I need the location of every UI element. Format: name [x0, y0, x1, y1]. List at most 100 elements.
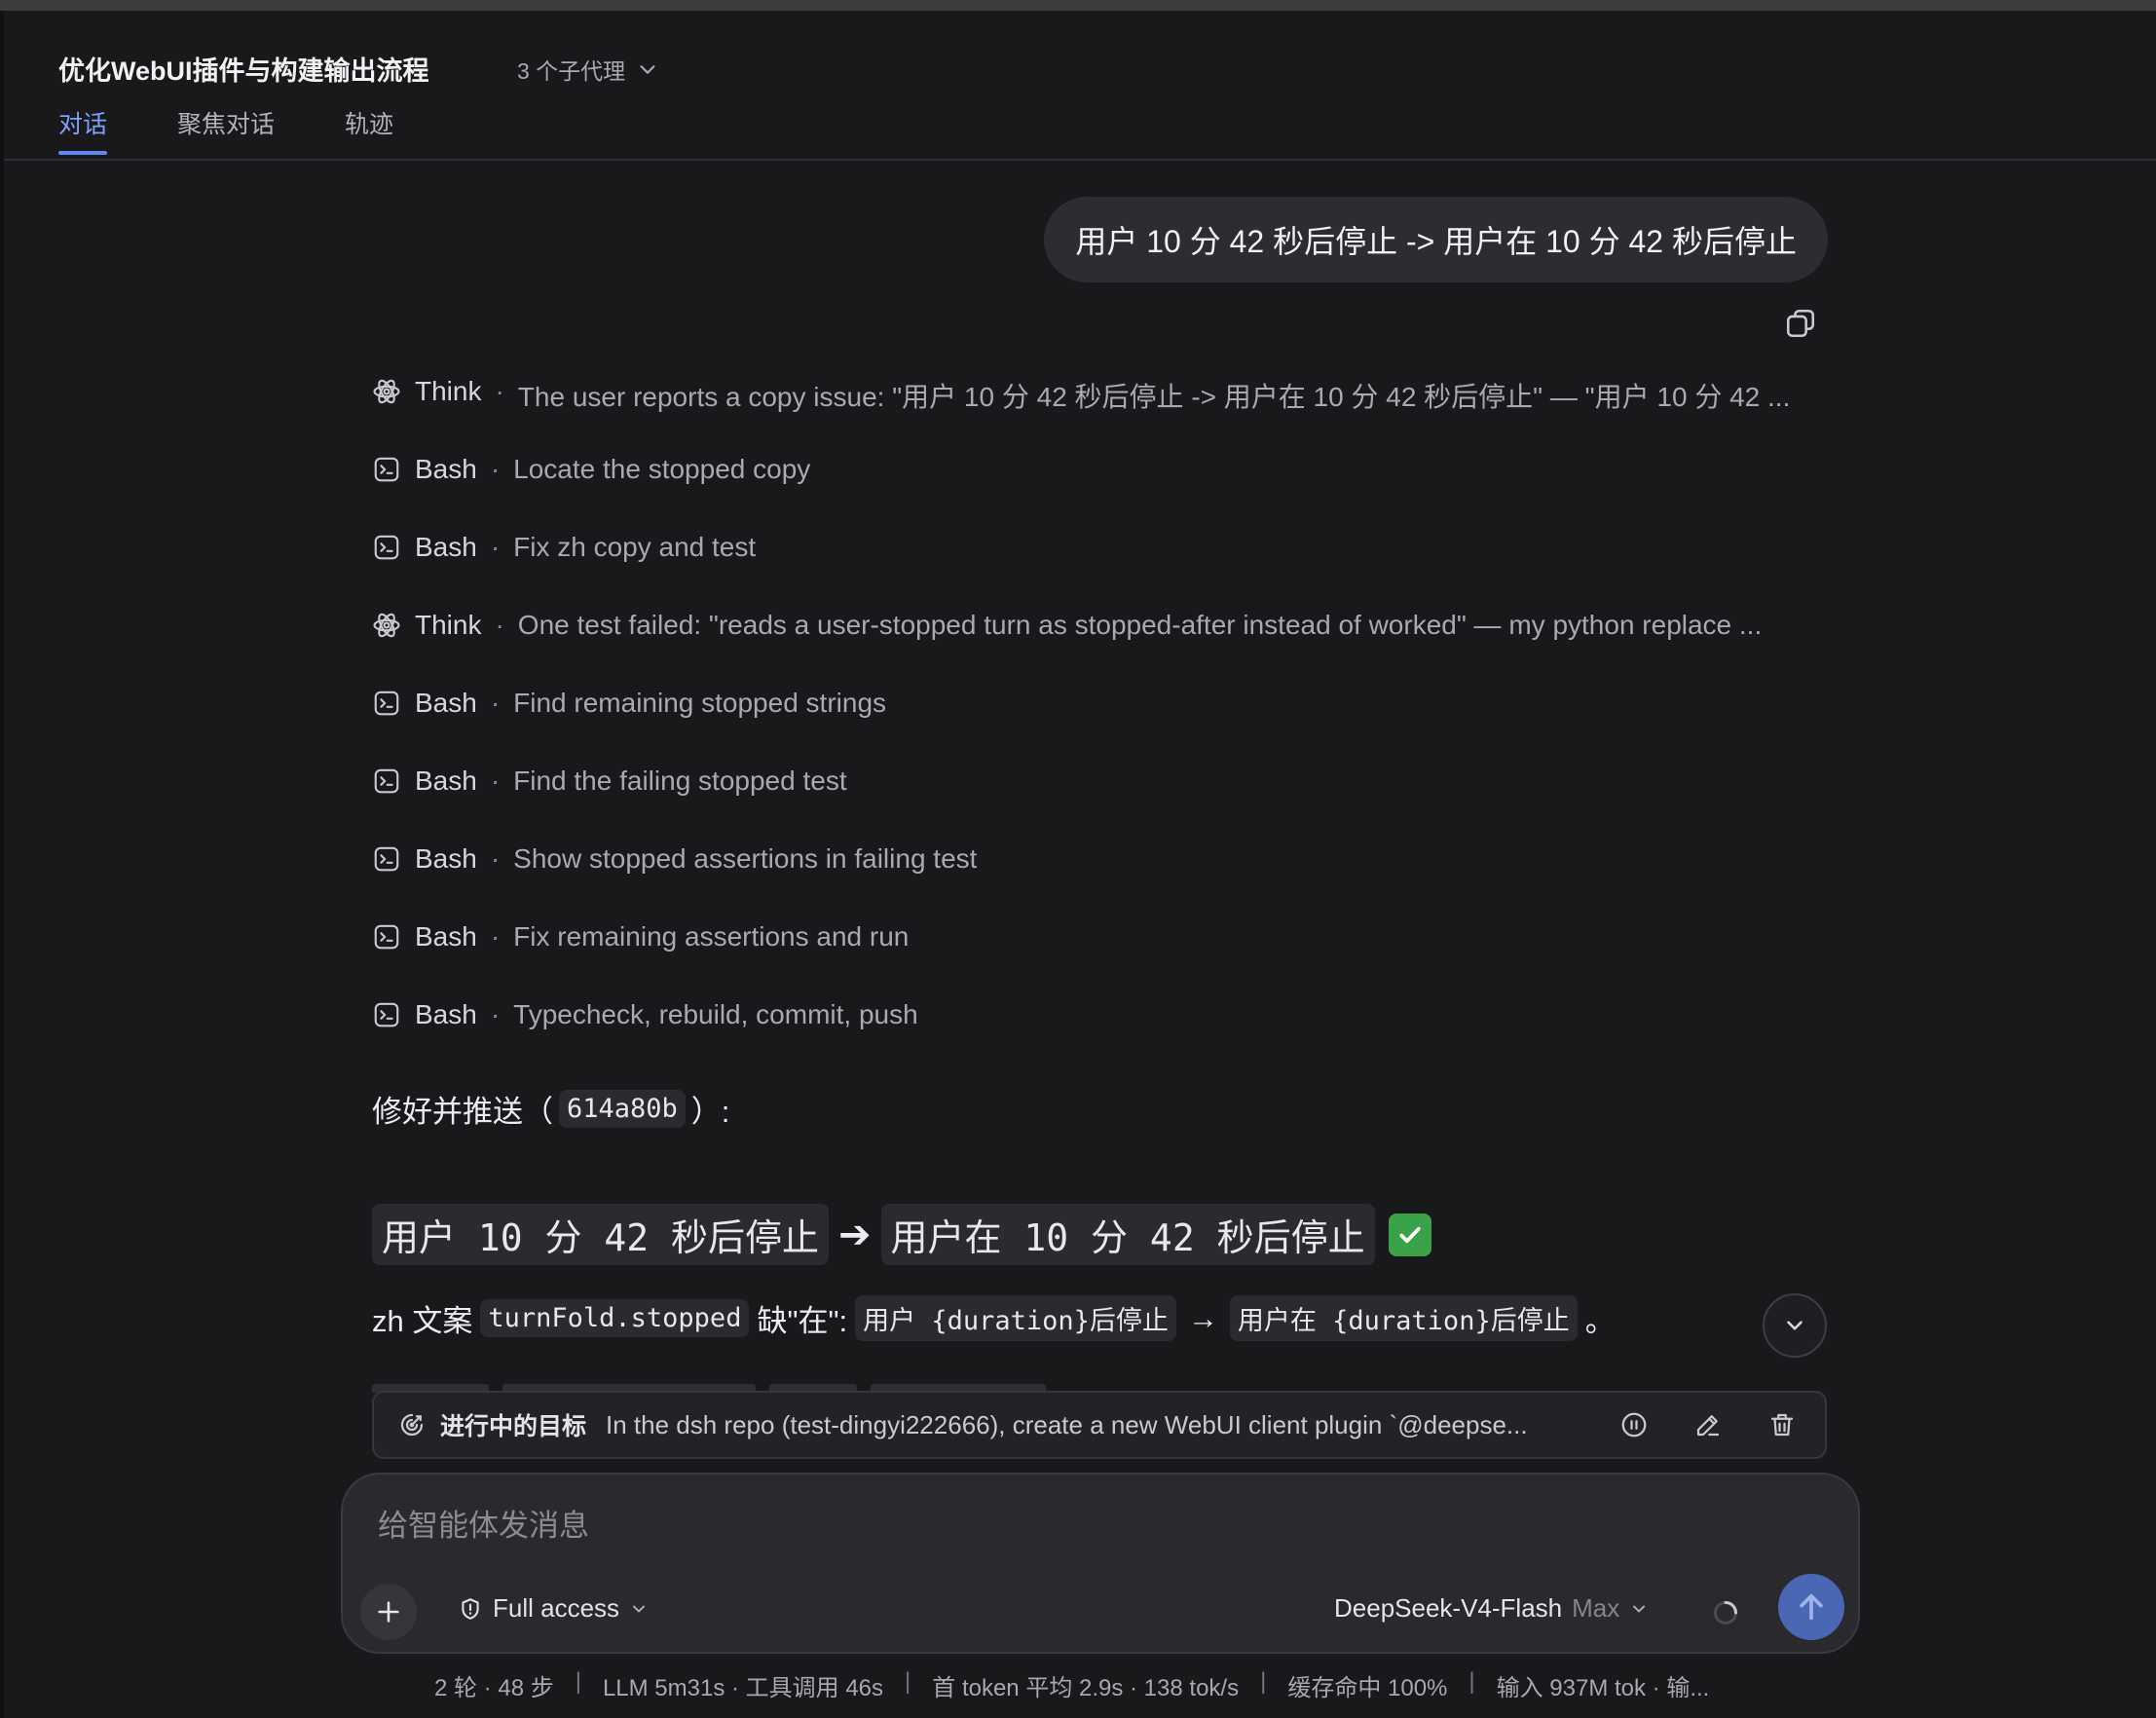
- brain-icon: [373, 379, 400, 404]
- window-top-strip: [0, 0, 2156, 11]
- response-fixed-line: 修好并推送（ 614a80b ）:: [372, 1087, 729, 1131]
- response-detail: zh 文案 turnFold.stopped 缺"在": 用户 {duratio…: [372, 1295, 1616, 1341]
- detail-after: 用户在 {duration}后停止: [1229, 1295, 1578, 1341]
- step-kind: Bash: [415, 532, 477, 562]
- step-description: Find the failing stopped test: [513, 766, 847, 796]
- subagents-label: 3 个子代理: [517, 58, 626, 84]
- step-bash[interactable]: Bash · Typecheck, rebuild, commit, push: [372, 999, 1823, 1077]
- step-bash[interactable]: Bash · Fix zh copy and test: [372, 532, 1823, 610]
- step-bash[interactable]: Bash · Fix remaining assertions and run: [372, 921, 1823, 999]
- detail-mid: 缺"在":: [757, 1304, 848, 1338]
- step-separator: ·: [490, 688, 501, 718]
- edit-goal-button[interactable]: [1689, 1405, 1728, 1444]
- message-composer: Full access DeepSeek-V4-Flash Max: [341, 1473, 1860, 1654]
- pencil-icon: [1696, 1415, 1720, 1437]
- step-bash[interactable]: Bash · Find remaining stopped strings: [372, 688, 1823, 766]
- pause-icon: [1621, 1412, 1647, 1438]
- terminal-icon: [374, 924, 399, 950]
- terminal-icon: [374, 768, 399, 794]
- status-tokens: 输入 937M tok · 输...: [1496, 1675, 1710, 1701]
- step-think[interactable]: Think · One test failed: "reads a user-sto…: [372, 610, 1823, 688]
- conversation-header: 优化WebUI插件与构建输出流程 3 个子代理 对话 聚焦对话 轨迹: [4, 11, 2156, 161]
- status-cache-hit: 缓存命中 100%: [1287, 1675, 1448, 1701]
- detail-end: 。: [1584, 1304, 1616, 1338]
- step-kind: Think: [415, 610, 482, 640]
- copy-before: 用户 10 分 42 秒后停止: [372, 1204, 830, 1265]
- model-name: DeepSeek-V4-Flash: [1334, 1593, 1563, 1623]
- shield-icon: [462, 1597, 479, 1620]
- status-first-token: 首 token 平均 2.9s · 138 tok/s: [932, 1675, 1240, 1701]
- step-separator: ·: [495, 610, 504, 640]
- activity-steps: Think · The user reports a copy issue: "用户…: [372, 376, 1823, 1077]
- tab-focus-conversation[interactable]: 聚焦对话: [177, 105, 275, 154]
- chevron-down-icon: [640, 65, 655, 74]
- step-kind: Bash: [415, 688, 477, 718]
- chevron-down-icon: [633, 1605, 646, 1612]
- chevron-down-icon: [1787, 1321, 1803, 1330]
- step-kind: Think: [415, 376, 482, 406]
- copy-message-button[interactable]: [1781, 304, 1820, 343]
- step-description: Locate the stopped copy: [513, 454, 811, 484]
- status-bar: 2 轮 · 48 步 | LLM 5m31s · 工具调用 46s | 首 to…: [434, 1668, 1710, 1701]
- terminal-icon: [374, 535, 399, 560]
- terminal-icon: [374, 457, 399, 482]
- goal-label: 进行中的目标: [440, 1413, 587, 1440]
- window-left-edge: [0, 11, 4, 1718]
- terminal-icon: [374, 1002, 399, 1027]
- step-bash[interactable]: Bash · Find the failing stopped test: [372, 766, 1823, 843]
- detail-key: turnFold.stopped: [480, 1299, 750, 1337]
- delete-goal-button[interactable]: [1763, 1405, 1802, 1444]
- copy-icon: [1786, 309, 1815, 338]
- step-description: Fix zh copy and test: [513, 532, 757, 562]
- arrow-icon: ➔: [838, 1213, 872, 1256]
- plus-icon: [378, 1601, 399, 1623]
- model-selector[interactable]: DeepSeek-V4-Flash Max: [1334, 1593, 1649, 1624]
- pause-goal-button[interactable]: [1615, 1405, 1654, 1444]
- status-turns: 2 轮 · 48 步: [434, 1675, 554, 1701]
- tab-conversation[interactable]: 对话: [58, 105, 108, 155]
- arrow-up-icon: [1800, 1593, 1823, 1621]
- user-message-bubble: 用户 10 分 42 秒后停止 -> 用户在 10 分 42 秒后停止: [1044, 197, 1828, 282]
- chevron-down-icon: [1633, 1605, 1646, 1612]
- step-bash[interactable]: Bash · Locate the stopped copy: [372, 454, 1823, 532]
- step-bash[interactable]: Bash · Show stopped assertions in failing …: [372, 843, 1823, 921]
- step-description: Typecheck, rebuild, commit, push: [513, 999, 918, 1029]
- brain-icon: [373, 613, 400, 638]
- goal-text: In the dsh repo (test-dingyi222666), cre…: [606, 1409, 1528, 1439]
- active-goal-bar: 进行中的目标 In the dsh repo (test-dingyi22266…: [372, 1391, 1827, 1459]
- step-separator: ·: [490, 532, 501, 562]
- step-description: The user reports a copy issue: "用户 10 分 …: [517, 382, 1791, 412]
- step-kind: Bash: [415, 766, 477, 796]
- step-separator: ·: [490, 454, 501, 484]
- target-icon: [400, 1413, 424, 1437]
- step-kind: Bash: [415, 843, 477, 874]
- status-llm-time: LLM 5m31s · 工具调用 46s: [602, 1675, 884, 1701]
- subagents-dropdown[interactable]: 3 个子代理: [517, 53, 658, 86]
- scroll-to-bottom-button[interactable]: [1763, 1293, 1827, 1358]
- trash-icon: [1770, 1413, 1794, 1437]
- terminal-icon: [374, 691, 399, 716]
- model-tier: Max: [1572, 1593, 1620, 1623]
- detail-prefix: zh 文案: [372, 1304, 473, 1338]
- step-description: Show stopped assertions in failing test: [513, 843, 978, 874]
- step-description: One test failed: "reads a user-stopped t…: [517, 610, 1763, 640]
- step-separator: ·: [490, 766, 501, 796]
- fixed-suffix: ）:: [690, 1095, 730, 1129]
- detail-before: 用户 {duration}后停止: [855, 1295, 1176, 1341]
- send-button[interactable]: [1778, 1574, 1844, 1640]
- access-mode-dropdown[interactable]: Full access: [458, 1593, 649, 1624]
- copy-after: 用户在 10 分 42 秒后停止: [880, 1204, 1375, 1265]
- message-input[interactable]: [376, 1498, 1743, 1554]
- step-kind: Bash: [415, 454, 477, 484]
- step-separator: ·: [495, 376, 504, 406]
- conversation-title: 优化WebUI插件与构建输出流程: [58, 56, 429, 86]
- response-heading: 用户 10 分 42 秒后停止 ➔ 用户在 10 分 42 秒后停止: [372, 1204, 1431, 1265]
- step-think[interactable]: Think · The user reports a copy issue: "用户…: [372, 376, 1823, 454]
- step-kind: Bash: [415, 921, 477, 952]
- tab-trajectory[interactable]: 轨迹: [345, 105, 393, 154]
- step-separator: ·: [490, 921, 501, 952]
- commit-hash: 614a80b: [559, 1090, 686, 1128]
- add-attachment-button[interactable]: [360, 1584, 417, 1640]
- check-mark-icon: [1388, 1213, 1431, 1256]
- step-separator: ·: [490, 999, 501, 1029]
